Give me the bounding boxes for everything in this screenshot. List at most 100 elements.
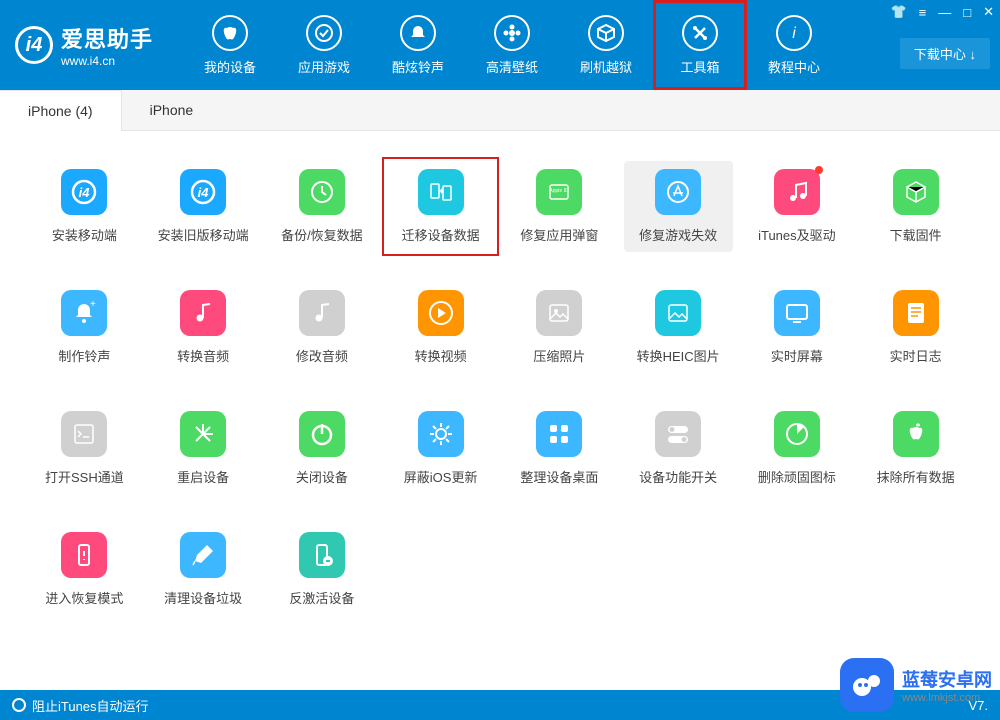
device-tabs: iPhone (4)iPhone: [0, 90, 1000, 131]
tab-device[interactable]: iPhone (4): [0, 90, 122, 131]
notification-dot: [815, 166, 823, 174]
svg-text:i4: i4: [79, 185, 91, 200]
itunes-block-label[interactable]: 阻止iTunes自动运行: [32, 696, 149, 715]
tool-clean[interactable]: 清理设备垃圾: [149, 524, 258, 615]
tool-label: 安装移动端: [52, 225, 117, 244]
tool-ssh[interactable]: 打开SSH通道: [30, 403, 139, 494]
nav-tools[interactable]: 工具箱: [653, 0, 747, 90]
tools-grid: i4 安装移动端 i4安装旧版移动端备份/恢复数据迁移设备数据Apple ID修复应…: [0, 131, 1000, 625]
deactivate-icon: [299, 532, 345, 578]
tool-label: 打开SSH通道: [45, 467, 124, 486]
nav-info[interactable]: i教程中心: [747, 0, 841, 90]
tool-heic[interactable]: 转换HEIC图片: [624, 282, 733, 373]
watermark-icon: [840, 658, 894, 712]
cube-icon: [893, 169, 939, 215]
svg-text:+: +: [90, 299, 96, 310]
tool-pie[interactable]: 删除顽固图标: [743, 403, 852, 494]
tool-label: iTunes及驱动: [758, 225, 836, 244]
watermark: 蓝莓安卓网 www.lmkjst.com: [840, 658, 992, 712]
tool-recovery[interactable]: 进入恢复模式: [30, 524, 139, 615]
tool-appleid[interactable]: Apple ID修复应用弹窗: [505, 161, 614, 252]
tool-gear[interactable]: 屏蔽iOS更新: [386, 403, 495, 494]
tool-deactivate[interactable]: 反激活设备: [268, 524, 377, 615]
apple2-icon: [893, 411, 939, 457]
close-button[interactable]: ✕: [983, 4, 994, 20]
nav-label: 应用游戏: [298, 57, 350, 76]
switch-icon: [655, 411, 701, 457]
tool-appstore[interactable]: 修复游戏失效: [624, 161, 733, 252]
nav-label: 我的设备: [204, 57, 256, 76]
tool-grid[interactable]: 整理设备桌面: [505, 403, 614, 494]
app-header: i4 爱思助手 www.i4.cn 我的设备应用游戏酷炫铃声高清壁纸刷机越狱工具…: [0, 0, 1000, 90]
gear-icon: [418, 411, 464, 457]
tool-i4[interactable]: i4安装旧版移动端: [149, 161, 258, 252]
play-icon: [418, 290, 464, 336]
download-center-button[interactable]: 下载中心 ↓: [900, 38, 990, 69]
tool-image[interactable]: 压缩照片: [505, 282, 614, 373]
tool-audio[interactable]: 转换音频: [149, 282, 258, 373]
info-icon: i: [776, 15, 812, 51]
tool-label: 转换HEIC图片: [637, 346, 720, 365]
tool-restore[interactable]: 备份/恢复数据: [268, 161, 377, 252]
tool-label: 转换视频: [415, 346, 467, 365]
tool-label: 抹除所有数据: [877, 467, 955, 486]
tool-play[interactable]: 转换视频: [386, 282, 495, 373]
tool-screen[interactable]: 实时屏幕: [743, 282, 852, 373]
watermark-url: www.lmkjst.com: [902, 692, 992, 704]
tool-music[interactable]: iTunes及驱动: [743, 161, 852, 252]
menu-icon[interactable]: ≡: [919, 5, 927, 20]
nav-box[interactable]: 刷机越狱: [559, 0, 653, 90]
tool-power[interactable]: 关闭设备: [268, 403, 377, 494]
tool-apple2[interactable]: 抹除所有数据: [861, 403, 970, 494]
tool-label: 压缩照片: [533, 346, 585, 365]
tool-label: 进入恢复模式: [45, 588, 123, 607]
maximize-button[interactable]: □: [963, 5, 971, 20]
transfer-icon: [418, 169, 464, 215]
nav-label: 酷炫铃声: [392, 57, 444, 76]
tools-icon: [682, 15, 718, 51]
tab-device[interactable]: iPhone: [122, 90, 222, 130]
tool-i4[interactable]: i4 安装移动端: [30, 161, 139, 252]
grid-icon: [536, 411, 582, 457]
flower-icon: [494, 15, 530, 51]
tool-audio2[interactable]: 修改音频: [268, 282, 377, 373]
restart-icon: [180, 411, 226, 457]
tool-label: 删除顽固图标: [758, 467, 836, 486]
power-icon: [299, 411, 345, 457]
log-icon: [893, 290, 939, 336]
pie-icon: [774, 411, 820, 457]
tool-cube[interactable]: 下载固件: [861, 161, 970, 252]
radio-icon[interactable]: [12, 698, 26, 712]
tool-switch[interactable]: 设备功能开关: [624, 403, 733, 494]
audio-icon: [180, 290, 226, 336]
i4-icon: i4: [180, 169, 226, 215]
audio2-icon: [299, 290, 345, 336]
nav-label: 刷机越狱: [580, 57, 632, 76]
box-icon: [588, 15, 624, 51]
tool-restart[interactable]: 重启设备: [149, 403, 258, 494]
nav-bell[interactable]: 酷炫铃声: [371, 0, 465, 90]
tool-label: 下载固件: [890, 225, 942, 244]
ssh-icon: [61, 411, 107, 457]
screen-icon: [774, 290, 820, 336]
app-url: www.i4.cn: [61, 54, 153, 68]
tool-label: 修复游戏失效: [639, 225, 717, 244]
nav-apps[interactable]: 应用游戏: [277, 0, 371, 90]
clean-icon: [180, 532, 226, 578]
nav-apple[interactable]: 我的设备: [183, 0, 277, 90]
apps-icon: [306, 15, 342, 51]
watermark-title: 蓝莓安卓网: [902, 666, 992, 692]
theme-icon[interactable]: 👕: [890, 4, 906, 20]
appleid-icon: Apple ID: [536, 169, 582, 215]
nav-flower[interactable]: 高清壁纸: [465, 0, 559, 90]
appstore-icon: [655, 169, 701, 215]
window-controls: 👕 ≡ — □ ✕: [890, 4, 994, 20]
restore-icon: [299, 169, 345, 215]
nav-label: 工具箱: [681, 57, 720, 76]
tool-label: 制作铃声: [58, 346, 110, 365]
tool-log[interactable]: 实时日志: [861, 282, 970, 373]
tool-transfer[interactable]: 迁移设备数据: [386, 161, 495, 252]
tool-label: 反激活设备: [289, 588, 354, 607]
minimize-button[interactable]: —: [938, 5, 951, 20]
tool-bell2[interactable]: + 制作铃声: [30, 282, 139, 373]
